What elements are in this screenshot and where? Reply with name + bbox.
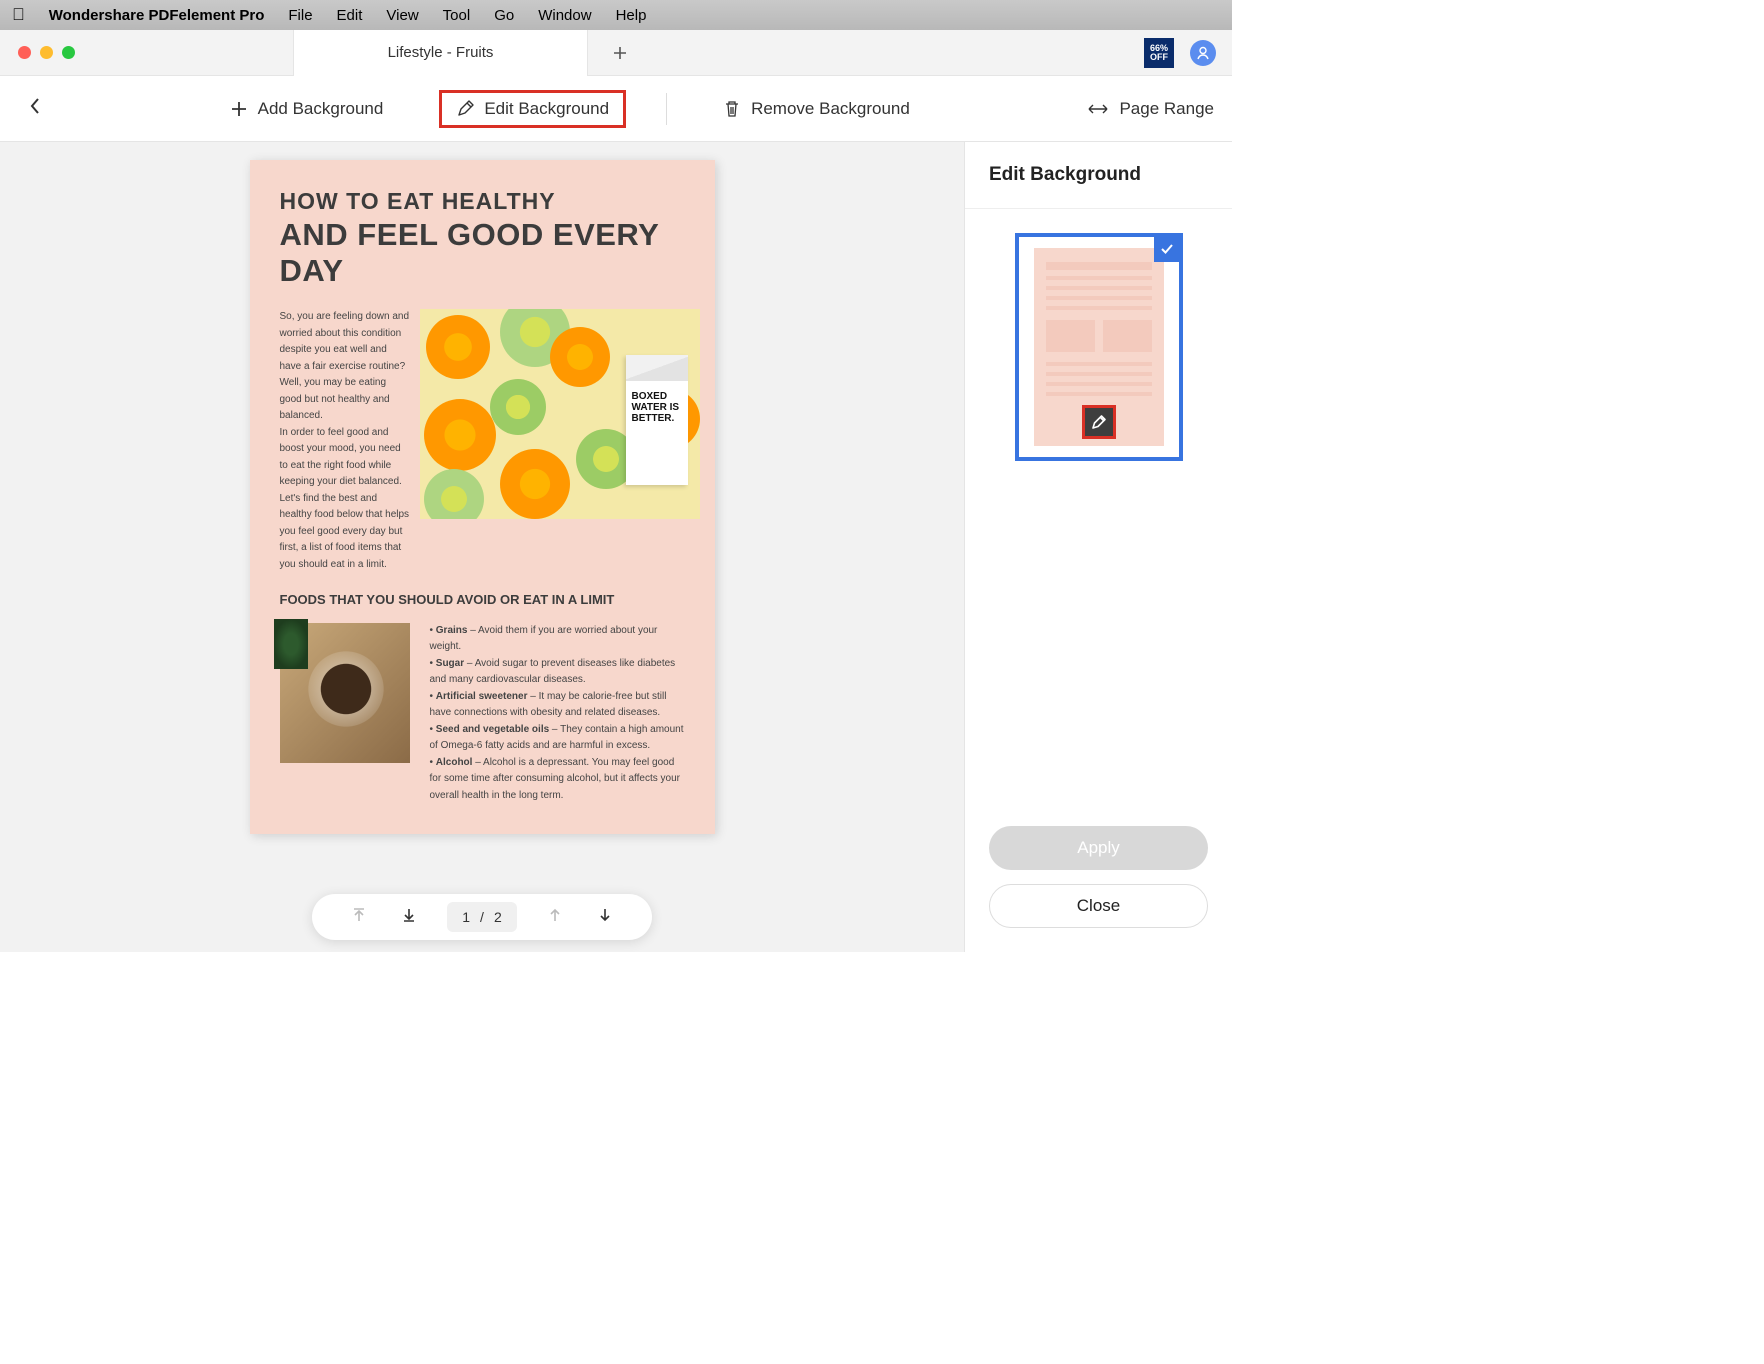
drink-image bbox=[280, 623, 410, 763]
toolbar-separator bbox=[666, 93, 667, 125]
menu-edit[interactable]: Edit bbox=[337, 7, 363, 24]
add-background-button[interactable]: Add Background bbox=[214, 91, 400, 127]
main-area: HOW TO EAT HEALTHY AND FEEL GOOD EVERY D… bbox=[0, 142, 1232, 952]
promo-off: OFF bbox=[1150, 53, 1168, 62]
arrow-down-icon bbox=[596, 906, 614, 924]
edit-background-label: Edit Background bbox=[484, 99, 609, 119]
menu-view[interactable]: View bbox=[386, 7, 418, 24]
bullet-item: • Sugar – Avoid sugar to prevent disease… bbox=[430, 656, 685, 689]
account-avatar[interactable] bbox=[1190, 40, 1216, 66]
page-range-button[interactable]: Page Range bbox=[1087, 99, 1214, 119]
app-name[interactable]: Wondershare PDFelement Pro bbox=[49, 7, 265, 24]
current-page: 1 bbox=[462, 909, 470, 925]
tab-title: Lifestyle - Fruits bbox=[388, 44, 494, 61]
person-icon bbox=[1195, 45, 1211, 61]
menu-go[interactable]: Go bbox=[494, 7, 514, 24]
chevron-left-icon bbox=[28, 96, 42, 116]
selected-check-icon bbox=[1154, 236, 1180, 262]
bullet-item: • Alcohol – Alcohol is a depressant. You… bbox=[430, 755, 685, 805]
apply-label: Apply bbox=[1077, 838, 1120, 858]
window-zoom-button[interactable] bbox=[62, 46, 75, 59]
fruit-image: BOXED WATER IS BETTER. bbox=[420, 309, 700, 519]
prev-page-button[interactable] bbox=[543, 906, 567, 929]
carton-graphic: BOXED WATER IS BETTER. bbox=[626, 355, 688, 485]
first-page-button[interactable] bbox=[347, 906, 371, 929]
page-title-line1: HOW TO EAT HEALTHY bbox=[280, 188, 685, 215]
window-controls bbox=[0, 46, 93, 59]
plus-icon bbox=[230, 100, 248, 118]
next-page-button[interactable] bbox=[593, 906, 617, 929]
toolbar: Add Background Edit Background Remove Ba… bbox=[0, 76, 1232, 142]
tab-new-button[interactable] bbox=[600, 30, 640, 76]
page-number-input[interactable]: 1 / 2 bbox=[447, 902, 517, 932]
side-panel-title: Edit Background bbox=[965, 142, 1232, 209]
menu-help[interactable]: Help bbox=[616, 7, 647, 24]
last-page-button[interactable] bbox=[397, 906, 421, 929]
promo-badge[interactable]: 66% OFF bbox=[1144, 38, 1174, 68]
arrow-up-icon bbox=[546, 906, 564, 924]
arrow-top-icon bbox=[350, 906, 368, 924]
side-panel: Edit Background Apply bbox=[964, 142, 1232, 952]
arrow-bottom-icon bbox=[400, 906, 418, 924]
close-button[interactable]: Close bbox=[989, 884, 1208, 928]
menu-tool[interactable]: Tool bbox=[443, 7, 471, 24]
bullet-item: • Artificial sweetener – It may be calor… bbox=[430, 689, 685, 722]
remove-background-label: Remove Background bbox=[751, 99, 910, 119]
page-sep: / bbox=[480, 909, 484, 925]
intro-paragraph: So, you are feeling down and worried abo… bbox=[280, 309, 410, 573]
total-pages: 2 bbox=[494, 909, 502, 925]
window-close-button[interactable] bbox=[18, 46, 31, 59]
tab-active[interactable]: Lifestyle - Fruits bbox=[293, 30, 588, 76]
macos-menubar:  Wondershare PDFelement Pro File Edit V… bbox=[0, 0, 1232, 30]
carton-text: BOXED WATER IS BETTER. bbox=[632, 391, 680, 424]
background-preview[interactable] bbox=[1015, 233, 1183, 461]
page-range-label: Page Range bbox=[1119, 99, 1214, 119]
bullet-item: • Grains – Avoid them if you are worried… bbox=[430, 623, 685, 656]
window-minimize-button[interactable] bbox=[40, 46, 53, 59]
subhead: FOODS THAT YOU SHOULD AVOID OR EAT IN A … bbox=[280, 591, 685, 609]
apply-button[interactable]: Apply bbox=[989, 826, 1208, 870]
trash-icon bbox=[723, 100, 741, 118]
plus-icon bbox=[612, 45, 628, 61]
edit-preview-button[interactable] bbox=[1082, 405, 1116, 439]
back-button[interactable] bbox=[18, 92, 52, 126]
page-title-line2: AND FEEL GOOD EVERY DAY bbox=[280, 217, 685, 289]
remove-background-button[interactable]: Remove Background bbox=[707, 91, 926, 127]
edit-background-button[interactable]: Edit Background bbox=[439, 90, 626, 128]
page-range-icon bbox=[1087, 100, 1109, 118]
bullet-item: • Seed and vegetable oils – They contain… bbox=[430, 722, 685, 755]
page-navigation: 1 / 2 bbox=[312, 894, 652, 940]
close-label: Close bbox=[1077, 896, 1120, 916]
menu-file[interactable]: File bbox=[288, 7, 312, 24]
pencil-icon bbox=[456, 100, 474, 118]
tab-bar: Lifestyle - Fruits 66% OFF bbox=[0, 30, 1232, 76]
menu-window[interactable]: Window bbox=[538, 7, 591, 24]
bullet-list: • Grains – Avoid them if you are worried… bbox=[430, 623, 685, 805]
add-background-label: Add Background bbox=[258, 99, 384, 119]
pencil-icon bbox=[1090, 413, 1108, 431]
apple-logo-icon[interactable]:  bbox=[12, 5, 25, 25]
document-canvas[interactable]: HOW TO EAT HEALTHY AND FEEL GOOD EVERY D… bbox=[0, 142, 964, 952]
document-page: HOW TO EAT HEALTHY AND FEEL GOOD EVERY D… bbox=[250, 160, 715, 834]
